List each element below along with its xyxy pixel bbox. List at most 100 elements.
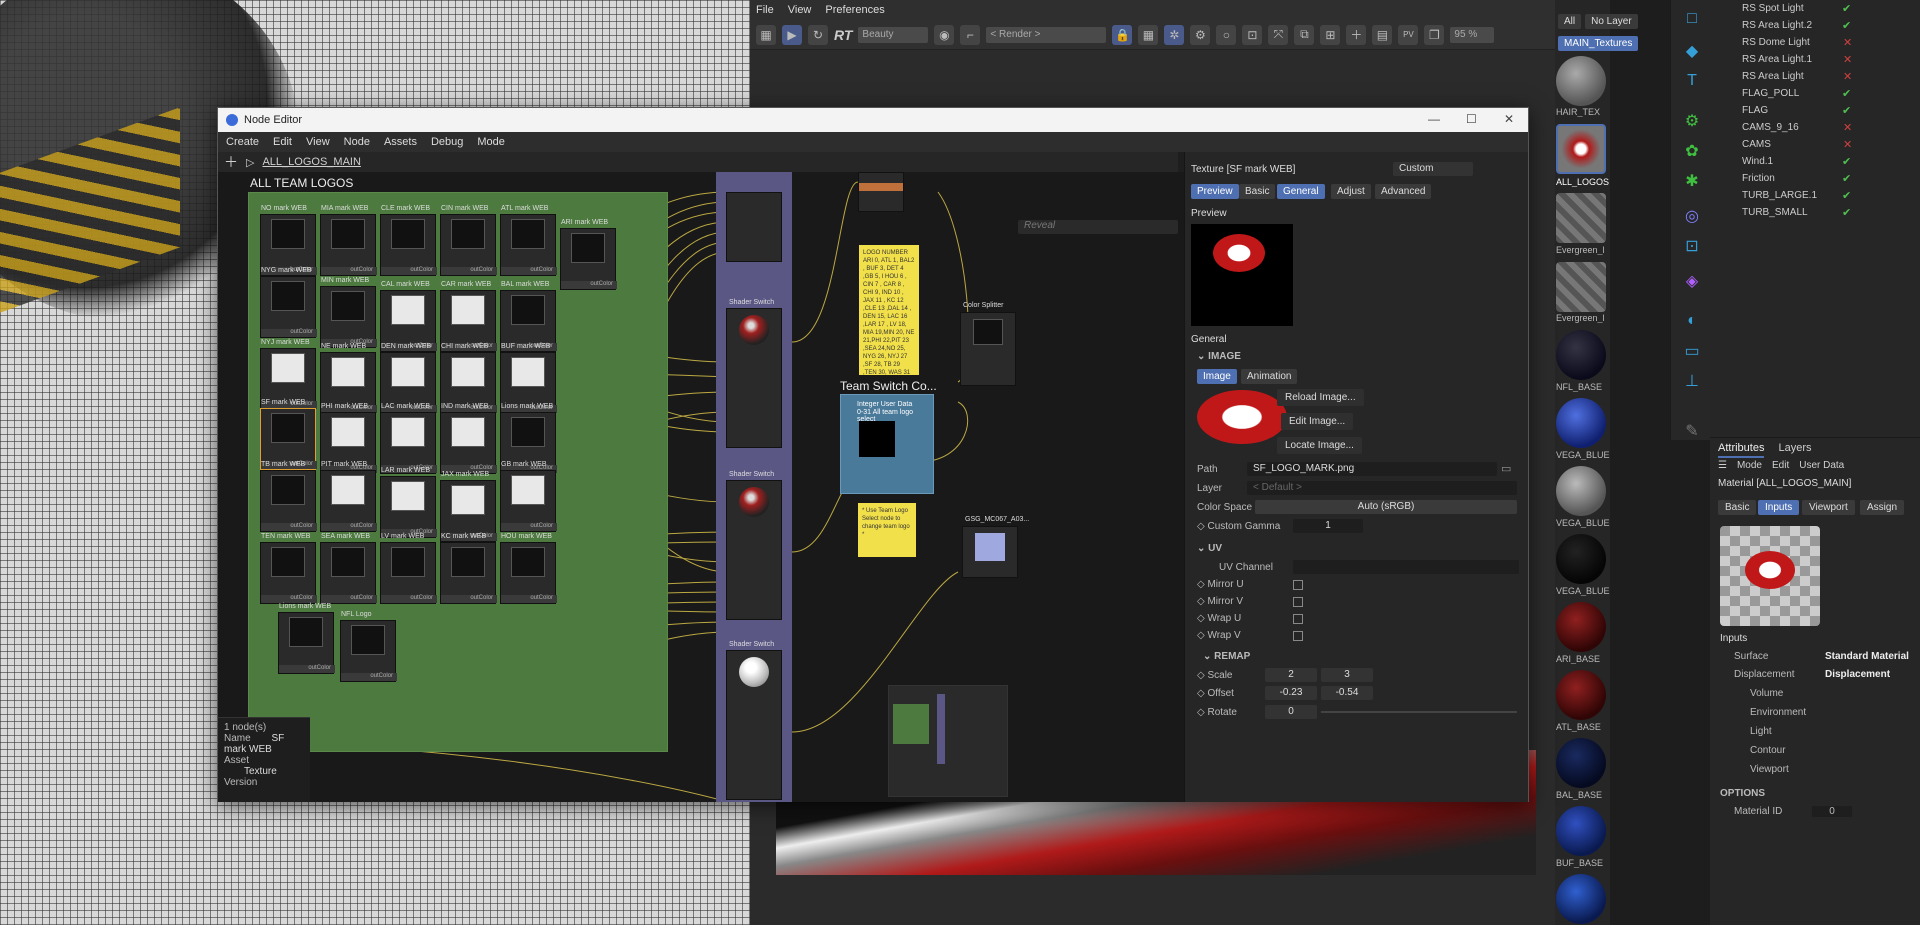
object-row[interactable]: Friction ✔	[1710, 170, 1920, 187]
enabled-check-icon[interactable]: ✔	[1842, 87, 1851, 100]
text-icon[interactable]: T	[1681, 70, 1703, 92]
material-swatch[interactable]	[1556, 193, 1606, 243]
shader-switch-node[interactable]	[726, 192, 782, 262]
texture-node[interactable]: NFL Logo outColor	[340, 611, 397, 682]
enabled-check-icon[interactable]: ✔	[1842, 104, 1851, 117]
material-swatch[interactable]	[1556, 806, 1606, 856]
shader-switch-node[interactable]: Shader Switch	[726, 299, 782, 448]
material-swatch[interactable]	[1556, 262, 1606, 312]
tab-general[interactable]: General	[1277, 184, 1325, 199]
menu-user-data[interactable]: User Data	[1799, 460, 1844, 471]
scene-icon[interactable]: ⊡	[1681, 235, 1703, 257]
compare-icon[interactable]: ⧉	[1294, 24, 1315, 45]
grid-icon[interactable]: ▦	[1138, 24, 1159, 45]
tag-outline-icon[interactable]: ▷	[246, 156, 254, 169]
clapper-icon[interactable]: ▦	[756, 24, 776, 45]
image-section[interactable]: ⌄ IMAGE	[1197, 351, 1241, 362]
texture-node[interactable]: MIA mark WEB outColor	[320, 205, 377, 276]
tab-preview[interactable]: Preview	[1191, 184, 1239, 199]
texture-node[interactable]: Lions mark WEB outColor	[278, 603, 335, 674]
cube-icon[interactable]: ◆	[1681, 40, 1703, 62]
light-icon[interactable]: ◐	[1681, 310, 1703, 332]
pass-dropdown[interactable]: Beauty	[858, 26, 929, 43]
material-swatch[interactable]	[1556, 602, 1606, 652]
rotate-slider[interactable]	[1321, 711, 1517, 713]
texture-node[interactable]: LAC mark WEB outColor	[380, 403, 437, 474]
play-icon[interactable]: ▶	[782, 24, 802, 45]
cube-outline-icon[interactable]: □	[1681, 8, 1703, 30]
mirror-u-checkbox[interactable]	[1293, 580, 1303, 590]
menu-view[interactable]: View	[306, 136, 330, 148]
gamma-field[interactable]: 1	[1293, 519, 1363, 533]
material-swatch[interactable]	[1556, 56, 1606, 106]
shader-switch-node[interactable]: Shader Switch	[726, 641, 782, 800]
enabled-check-icon[interactable]: ✔	[1842, 172, 1851, 185]
focus-icon[interactable]: ⊡	[1242, 24, 1263, 45]
btn-viewport[interactable]: Viewport	[1802, 500, 1855, 515]
save-icon[interactable]: ▤	[1372, 24, 1393, 45]
floor-icon[interactable]: ⊥	[1681, 370, 1703, 392]
maximize-icon[interactable]: ☐	[1466, 112, 1477, 126]
node-editor-titlebar[interactable]: Node Editor — ☐ ✕	[218, 108, 1528, 132]
object-row[interactable]: CAMS_9_16 ✕	[1710, 119, 1920, 136]
spline-icon[interactable]: ◎	[1681, 205, 1703, 227]
disabled-x-icon[interactable]: ✕	[1843, 36, 1852, 49]
hint-note[interactable]: * Use Team Logo Select node to change te…	[858, 503, 916, 557]
tab-layers[interactable]: Layers	[1778, 442, 1811, 458]
input-light[interactable]: Light	[1720, 726, 1920, 737]
add-icon[interactable]: ＋	[1346, 24, 1367, 45]
material-swatch[interactable]	[1556, 874, 1606, 924]
color-splitter-node[interactable]: Color Splitter	[960, 302, 1016, 386]
texture-node[interactable]: LV mark WEB outColor	[380, 533, 437, 604]
texture-node[interactable]: HOU mark WEB outColor	[500, 533, 557, 604]
group-main-textures[interactable]: MAIN_Textures	[1558, 36, 1639, 51]
btn-assign[interactable]: Assign	[1860, 500, 1905, 515]
texture-node[interactable]: SEA mark WEB outColor	[320, 533, 377, 604]
reload-image-button[interactable]: Reload Image...	[1277, 389, 1364, 406]
edit-image-button[interactable]: Edit Image...	[1281, 413, 1354, 430]
gear-green-icon[interactable]: ⚙	[1681, 110, 1703, 132]
menu-mode[interactable]: Mode	[477, 136, 505, 148]
filter-all[interactable]: All	[1558, 14, 1582, 29]
minimap[interactable]	[888, 685, 1008, 797]
tab-image[interactable]: Image	[1197, 369, 1237, 384]
layer-field[interactable]: < Default >	[1247, 481, 1517, 495]
enabled-check-icon[interactable]: ✔	[1842, 155, 1851, 168]
texture-node[interactable]: IND mark WEB outColor	[440, 403, 497, 474]
material-swatch[interactable]	[1556, 398, 1606, 448]
menu-debug[interactable]: Debug	[431, 136, 463, 148]
uv-channel-field[interactable]	[1293, 560, 1519, 574]
object-row[interactable]: RS Area Light ✕	[1710, 68, 1920, 85]
close-icon[interactable]: ✕	[1504, 112, 1514, 126]
object-row[interactable]: TURB_LARGE.1 ✔	[1710, 187, 1920, 204]
tab-adjust[interactable]: Adjust	[1331, 184, 1371, 199]
snapshot-icon[interactable]: ⊞	[1320, 24, 1341, 45]
circle-icon[interactable]: ○	[1216, 24, 1237, 45]
menu-view[interactable]: View	[788, 4, 812, 16]
enabled-check-icon[interactable]: ✔	[1842, 206, 1851, 219]
texture-node[interactable]: TB mark WEB outColor	[260, 461, 317, 532]
snowflake-icon[interactable]: ✲	[1164, 24, 1185, 45]
mode-dropdown[interactable]: Custom	[1393, 162, 1473, 176]
menu-preferences[interactable]: Preferences	[825, 4, 884, 16]
tab-basic[interactable]: Basic	[1239, 184, 1276, 199]
color-node[interactable]	[858, 172, 904, 212]
menu-mode[interactable]: Mode	[1737, 460, 1762, 471]
material-swatch[interactable]	[1556, 738, 1606, 788]
btn-inputs[interactable]: Inputs	[1758, 500, 1800, 515]
menu-create[interactable]: Create	[226, 136, 259, 148]
object-row[interactable]: FLAG ✔	[1710, 102, 1920, 119]
enabled-check-icon[interactable]: ✔	[1842, 189, 1851, 202]
tag-icon[interactable]: ◈	[1681, 270, 1703, 292]
clone-icon[interactable]: ✿	[1681, 140, 1703, 162]
input-surface[interactable]: Surface Standard Material	[1720, 651, 1920, 662]
input-environment[interactable]: Environment	[1720, 707, 1920, 718]
enabled-check-icon[interactable]: ✔	[1842, 19, 1851, 32]
disabled-x-icon[interactable]: ✕	[1843, 70, 1852, 83]
object-row[interactable]: RS Area Light.2 ✔	[1710, 17, 1920, 34]
shader-switch-node[interactable]: Shader Switch	[726, 471, 782, 620]
object-row[interactable]: TURB_SMALL ✔	[1710, 204, 1920, 221]
input-volume[interactable]: Volume	[1720, 688, 1920, 699]
add-icon[interactable]: ＋	[224, 152, 238, 172]
menu-edit[interactable]: Edit	[273, 136, 292, 148]
